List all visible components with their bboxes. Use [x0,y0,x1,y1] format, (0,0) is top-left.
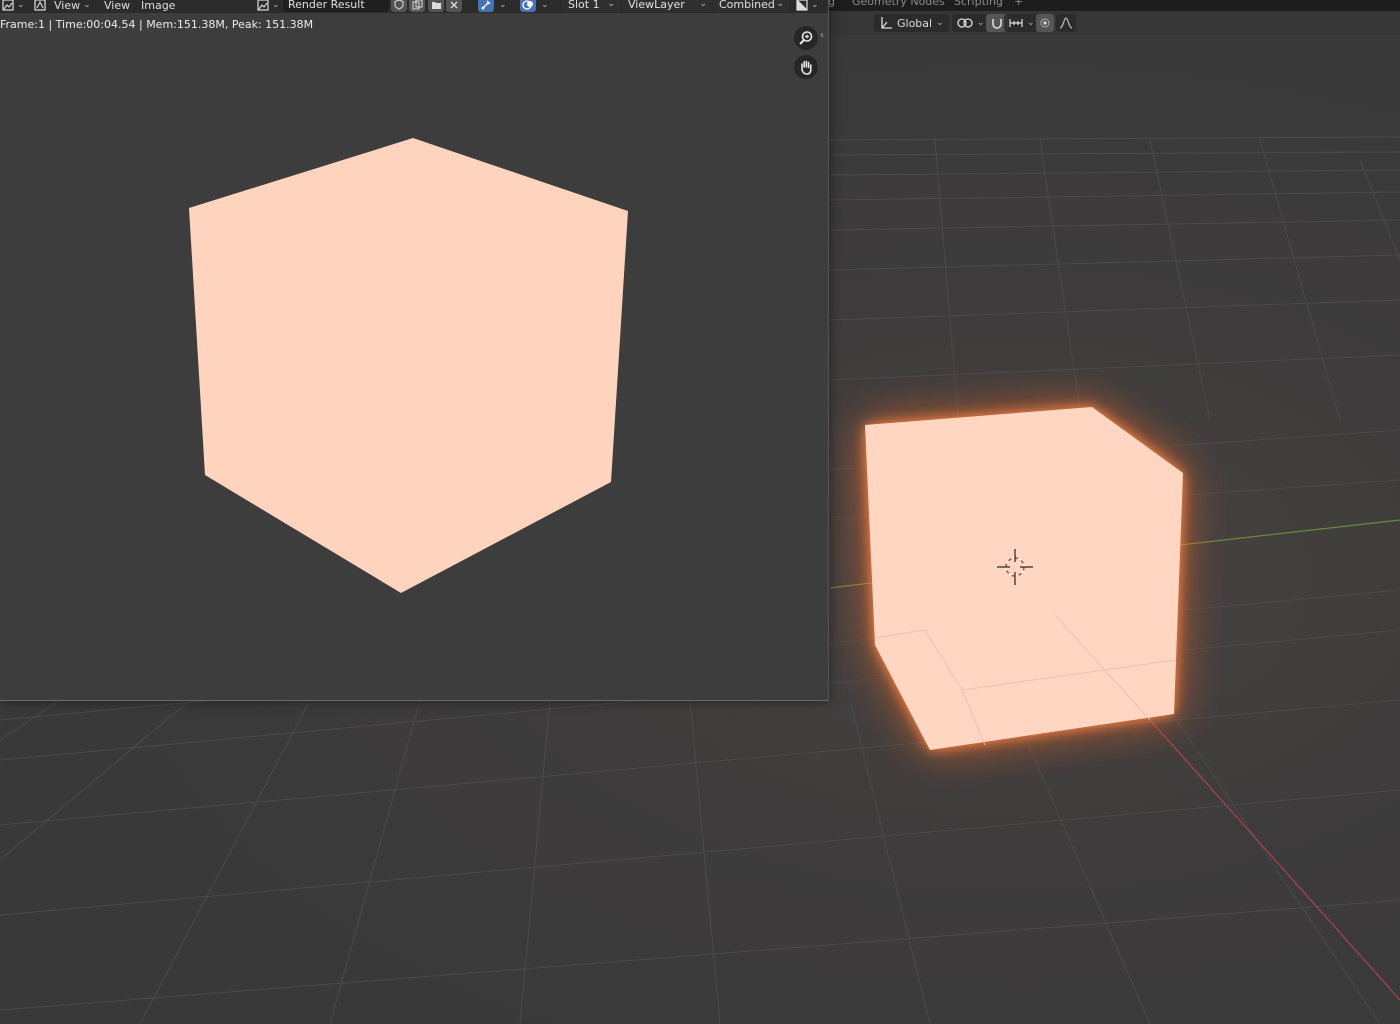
open-image-button[interactable] [428,0,444,12]
view-layer-label: ViewLayer [628,0,685,11]
view-menu-label: View [104,0,131,12]
image-editor-icon [2,0,14,11]
chevron-down-icon: ⌄ [499,0,507,10]
proportional-circle-icon [1040,18,1050,28]
chevron-down-icon: ⌄ [977,18,985,28]
sample-tool-dropdown[interactable]: ⌄ [499,0,507,13]
view-mode-icon [34,0,46,11]
folder-icon [431,2,441,9]
render-pass-dropdown[interactable]: Combined ⌄ [713,0,789,12]
view-mode-dropdown[interactable]: View ⌄ [34,0,91,13]
zoom-button[interactable] [794,26,818,50]
pivot-link-icon [957,18,973,28]
editor-type-dropdown[interactable]: ⌄ [2,0,25,13]
blender-app: g Geometry Nodes Scripting + Global ⌄ ⌄ … [0,0,1400,1024]
image-menu[interactable]: Image [141,0,175,13]
proportional-falloff-dropdown[interactable] [1056,14,1076,32]
image-editor-window[interactable]: ⌄ View ⌄ View Image ⌄ Render Result ⌄ ⌄ … [0,0,829,701]
browse-image-dropdown[interactable]: ⌄ [257,0,280,13]
falloff-curve-icon [1059,17,1073,29]
view-layer-dropdown[interactable]: ViewLayer ⌄ [622,0,712,12]
pan-button[interactable] [794,55,818,79]
chevron-down-icon: ⌄ [1027,18,1035,28]
render-pass-label: Combined [719,0,775,11]
chevron-down-icon: ⌄ [699,0,707,9]
view-menu[interactable]: View [104,0,130,13]
magnet-icon [992,19,1002,29]
chevron-down-icon: ⌄ [607,0,615,9]
overlay-toggle-button[interactable] [520,0,536,12]
chevron-down-icon: ⌄ [83,0,91,10]
tab-scripting[interactable]: Scripting [954,0,1003,8]
viewport-header: Global ⌄ ⌄ ⌄ [828,11,1400,35]
image-name-field[interactable]: Render Result [283,0,389,12]
transform-orientation-label: Global [897,16,933,30]
unlink-image-button[interactable] [446,0,462,12]
tab-shading[interactable]: g [828,0,835,8]
render-stats: Frame:1 | Time:00:04.54 | Mem:151.38M, P… [0,18,314,31]
image-menu-label: Image [141,0,176,12]
display-channels-icon [796,0,808,11]
chevron-down-icon: ⌄ [541,0,549,10]
display-channels-dropdown[interactable]: ⌄ [796,0,819,13]
duplicate-icon [412,0,422,10]
overlay-circles-icon [522,0,533,10]
hand-pan-icon [801,60,812,75]
duplicate-image-button[interactable] [409,0,425,12]
slot-label: Slot 1 [568,0,600,11]
tab-geometry-nodes[interactable]: Geometry Nodes [852,0,945,8]
chevron-down-icon: ⌄ [811,0,819,10]
x-axis-line [1149,719,1400,1001]
chevron-down-icon: ⌄ [776,0,784,9]
overlay-dropdown[interactable]: ⌄ [541,0,549,13]
eyedropper-icon [481,0,491,9]
close-icon [450,1,458,8]
render-result-canvas[interactable] [0,0,828,700]
snap-increment-icon [1009,19,1023,27]
sample-tool-button[interactable] [478,0,494,12]
add-workspace-button[interactable]: + [1014,0,1023,8]
workspace-tab-bar: g Geometry Nodes Scripting + [828,0,1400,11]
proportional-editing-toggle[interactable] [1036,14,1054,32]
orientation-axes-icon [881,17,892,29]
snap-target-dropdown[interactable]: ⌄ [1004,14,1040,32]
slot-dropdown[interactable]: Slot 1 ⌄ [562,0,620,12]
shield-icon [394,0,404,10]
fake-user-button[interactable] [391,0,407,12]
pivot-point-dropdown[interactable]: ⌄ [952,14,990,32]
chevron-down-icon: ⌄ [936,18,944,28]
image-name-value: Render Result [288,0,365,11]
y-axis-line [1179,519,1400,546]
chevron-down-icon: ⌄ [272,0,280,10]
rendered-cube [189,138,628,593]
zoom-icon [799,31,813,45]
image-browse-icon [257,0,269,11]
emissive-cube[interactable] [865,407,1183,750]
chevron-down-icon: ⌄ [17,0,25,10]
view-mode-label: View [54,0,81,12]
sidebar-toggle-icon[interactable]: ‹ [820,30,824,41]
transform-orientation-dropdown[interactable]: Global ⌄ [874,14,949,32]
image-editor-header: ⌄ View ⌄ View Image ⌄ Render Result ⌄ ⌄ … [0,0,828,13]
